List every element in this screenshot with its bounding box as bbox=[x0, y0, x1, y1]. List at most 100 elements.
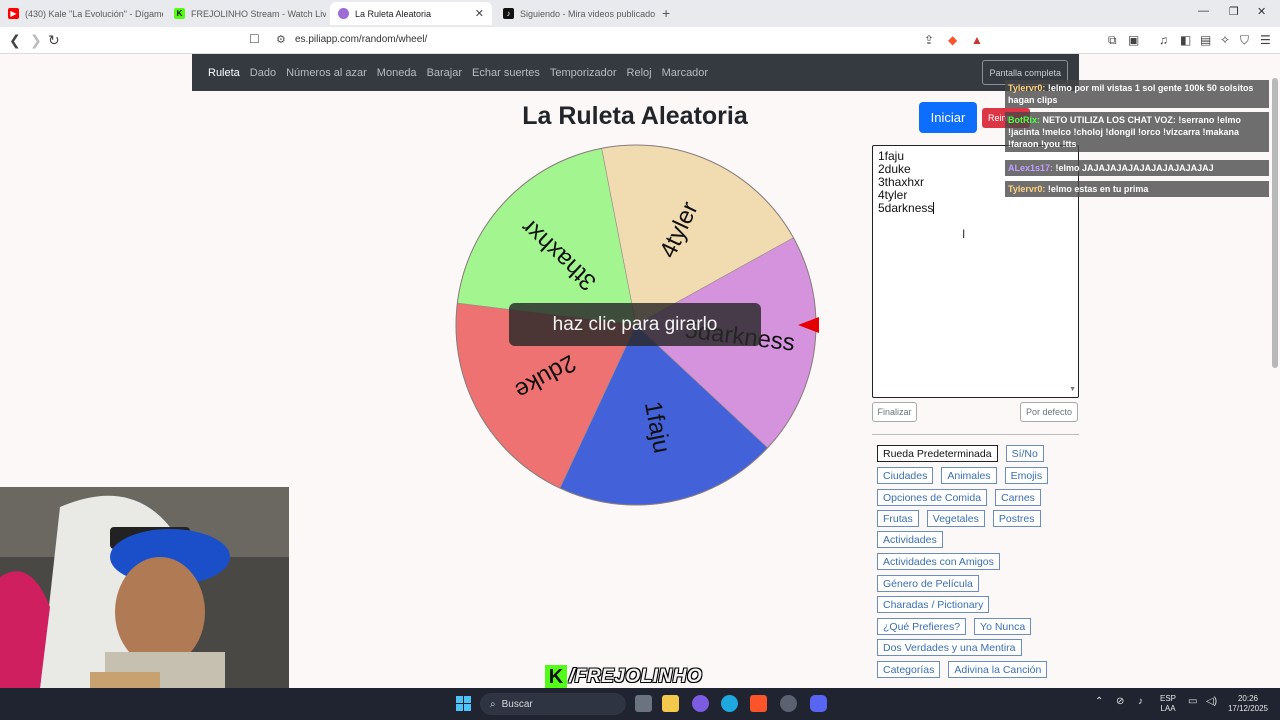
brave-shields-icon[interactable]: ◆ bbox=[948, 33, 957, 47]
media-icon[interactable]: ♫ bbox=[1159, 33, 1168, 47]
url-field[interactable]: es.piliapp.com/random/wheel/ bbox=[295, 34, 427, 45]
network-off-icon[interactable]: ⊘ bbox=[1116, 697, 1124, 707]
leo-icon[interactable]: ✧ bbox=[1220, 33, 1230, 47]
sidebar-icon[interactable]: ◧ bbox=[1180, 33, 1191, 47]
nav-link-echar-suertes[interactable]: Echar suertes bbox=[472, 67, 540, 79]
chat-message: Tylervr0: !elmo por mil vistas 1 sol gen… bbox=[1005, 80, 1269, 108]
chat-message: ALex1s17: !elmo JAJAJAJAJAJAJAJAJAJAJAJ bbox=[1005, 160, 1269, 176]
default-button[interactable]: Por defecto bbox=[1020, 402, 1078, 422]
preset-chip[interactable]: Actividades con Amigos bbox=[877, 553, 1000, 570]
nav-link-barajar[interactable]: Barajar bbox=[427, 67, 462, 79]
discord-icon[interactable] bbox=[810, 695, 827, 712]
nav-link-dado[interactable]: Dado bbox=[250, 67, 276, 79]
forward-icon[interactable]: ❯ bbox=[30, 32, 42, 49]
nav-link-temporizador[interactable]: Temporizador bbox=[550, 67, 617, 79]
text-caret bbox=[933, 202, 935, 214]
bookmark-icon[interactable]: ☐ bbox=[249, 32, 260, 46]
tab-youtube[interactable]: ▶ (430) Kale "La Evolución" - Dígame U bbox=[0, 2, 163, 25]
preset-chip[interactable]: Sí/No bbox=[1005, 445, 1044, 462]
tab-label: (430) Kale "La Evolución" - Dígame U bbox=[25, 8, 163, 19]
search-placeholder: Buscar bbox=[501, 698, 533, 710]
search-icon: ⌕ bbox=[490, 698, 496, 710]
brave-rewards-icon[interactable]: ▲ bbox=[971, 33, 983, 47]
preset-chip[interactable]: Opciones de Comida bbox=[877, 489, 988, 506]
menu-icon[interactable]: ☰ bbox=[1260, 33, 1271, 47]
nav-link-marcador[interactable]: Marcador bbox=[662, 67, 708, 79]
taskbar: ⌕ Buscar ⌃ ⊘ ♪ ESP LAA ▭ ◁) 20:26 17/12/… bbox=[0, 688, 1280, 720]
chat-text: !elmo estas en tu prima bbox=[1045, 184, 1149, 194]
preset-chip[interactable]: Dos Verdades y una Mentira bbox=[877, 639, 1022, 656]
restore-icon[interactable]: ❐ bbox=[1229, 5, 1239, 18]
site-navbar: Ruleta Dado Números al azar Moneda Baraj… bbox=[192, 54, 1079, 91]
language-indicator[interactable]: ESP LAA bbox=[1160, 694, 1176, 714]
chat-message: BotRix: NETO UTILIZA LOS CHAT VOZ: !serr… bbox=[1005, 112, 1269, 152]
task-view-icon[interactable] bbox=[635, 695, 652, 712]
preset-chip[interactable]: Categorías bbox=[877, 661, 941, 678]
volume-icon[interactable]: ◁) bbox=[1206, 697, 1217, 707]
preset-chip[interactable]: Emojis bbox=[1004, 467, 1049, 484]
close-tab-icon[interactable]: ✕ bbox=[475, 7, 484, 20]
webcam-image bbox=[0, 487, 289, 688]
microphone-icon[interactable]: ♪ bbox=[1138, 697, 1143, 707]
preset-chip[interactable]: Postres bbox=[992, 510, 1041, 527]
edge-icon[interactable] bbox=[721, 695, 738, 712]
tab-tiktok[interactable]: ♪ Siguiendo - Mira videos publicados p bbox=[495, 2, 655, 25]
copilot-icon[interactable] bbox=[692, 695, 709, 712]
site-info-icon[interactable]: ⚙ bbox=[276, 33, 286, 46]
tab-kick[interactable]: K FREJOLINHO Stream - Watch Live on bbox=[166, 2, 326, 25]
minimize-icon[interactable]: — bbox=[1198, 5, 1209, 17]
preset-chip[interactable]: Yo Nunca bbox=[974, 618, 1032, 635]
clock[interactable]: 20:26 17/12/2025 bbox=[1224, 694, 1272, 714]
preset-chip[interactable]: Adivina la Canción bbox=[948, 661, 1048, 678]
clock-date: 17/12/2025 bbox=[1227, 704, 1269, 713]
kick-icon: K bbox=[174, 8, 185, 19]
ibeam-cursor-icon: I bbox=[962, 227, 966, 241]
close-window-icon[interactable]: ✕ bbox=[1257, 5, 1266, 18]
preset-chip[interactable]: Género de Película bbox=[877, 575, 979, 592]
brave-icon[interactable] bbox=[750, 695, 767, 712]
reload-icon[interactable]: ↻ bbox=[48, 32, 60, 49]
piliapp-icon bbox=[338, 8, 349, 19]
address-bar: ❮ ❯ ↻ ☐ ⚙ es.piliapp.com/random/wheel/ ⇪… bbox=[0, 27, 1280, 54]
tray-chevron-icon[interactable]: ⌃ bbox=[1095, 697, 1103, 707]
preset-chip[interactable]: Charadas / Pictionary bbox=[877, 596, 990, 613]
tab-label: La Ruleta Aleatoria bbox=[355, 8, 432, 19]
shield-icon[interactable]: ⛉ bbox=[1240, 33, 1249, 48]
preset-chip[interactable]: Animales bbox=[941, 467, 997, 484]
nav-link-ruleta[interactable]: Ruleta bbox=[208, 67, 240, 79]
preset-chip[interactable]: Vegetales bbox=[926, 510, 985, 527]
chat-text: NETO UTILIZA LOS CHAT VOZ: !serrano !elm… bbox=[1008, 115, 1241, 149]
back-icon[interactable]: ❮ bbox=[9, 32, 21, 49]
finish-button[interactable]: Finalizar bbox=[872, 402, 917, 422]
preset-chip[interactable]: ¿Qué Prefieres? bbox=[877, 618, 967, 635]
preset-chip[interactable]: Actividades bbox=[877, 531, 943, 548]
chat-user: Tylervr0: bbox=[1008, 83, 1046, 93]
preset-chip[interactable]: Ciudades bbox=[877, 467, 934, 484]
lang-layout: LAA bbox=[1160, 704, 1176, 713]
chat-text: !elmo JAJAJAJAJAJAJAJAJAJAJAJ bbox=[1053, 163, 1214, 173]
obs-icon[interactable] bbox=[780, 695, 797, 712]
resize-handle-icon[interactable]: ▼ bbox=[1069, 383, 1076, 396]
preset-chip[interactable]: Frutas bbox=[877, 510, 919, 527]
wallet-icon[interactable]: ▣ bbox=[1128, 33, 1139, 47]
monitor-icon[interactable]: ▭ bbox=[1188, 697, 1197, 707]
vpn-icon[interactable]: ▤ bbox=[1200, 33, 1211, 47]
windows-start-icon[interactable] bbox=[455, 695, 472, 712]
share-icon[interactable]: ⇪ bbox=[924, 33, 934, 47]
spin-hint[interactable]: haz clic para girarlo bbox=[509, 303, 761, 346]
streamer-name: /FREJOLINHO bbox=[569, 666, 703, 687]
start-button[interactable]: Iniciar bbox=[919, 102, 977, 133]
nav-link-numeros[interactable]: Números al azar bbox=[286, 67, 367, 79]
chat-text: !elmo por mil vistas 1 sol gente 100k 50… bbox=[1008, 83, 1254, 105]
nav-link-reloj[interactable]: Reloj bbox=[627, 67, 652, 79]
nav-link-moneda[interactable]: Moneda bbox=[377, 67, 417, 79]
page-scrollbar[interactable] bbox=[1272, 78, 1278, 368]
preset-chip[interactable]: Carnes bbox=[995, 489, 1041, 506]
taskbar-search[interactable]: ⌕ Buscar bbox=[480, 693, 626, 715]
tab-ruleta[interactable]: La Ruleta Aleatoria ✕ bbox=[330, 2, 492, 25]
extensions-icon[interactable]: ⧉ bbox=[1108, 33, 1117, 48]
preset-chip[interactable]: Rueda Predeterminada bbox=[877, 445, 998, 462]
new-tab-icon[interactable]: + bbox=[662, 5, 670, 21]
tab-bar: ▶ (430) Kale "La Evolución" - Dígame U K… bbox=[0, 0, 1280, 27]
file-explorer-icon[interactable] bbox=[662, 695, 679, 712]
